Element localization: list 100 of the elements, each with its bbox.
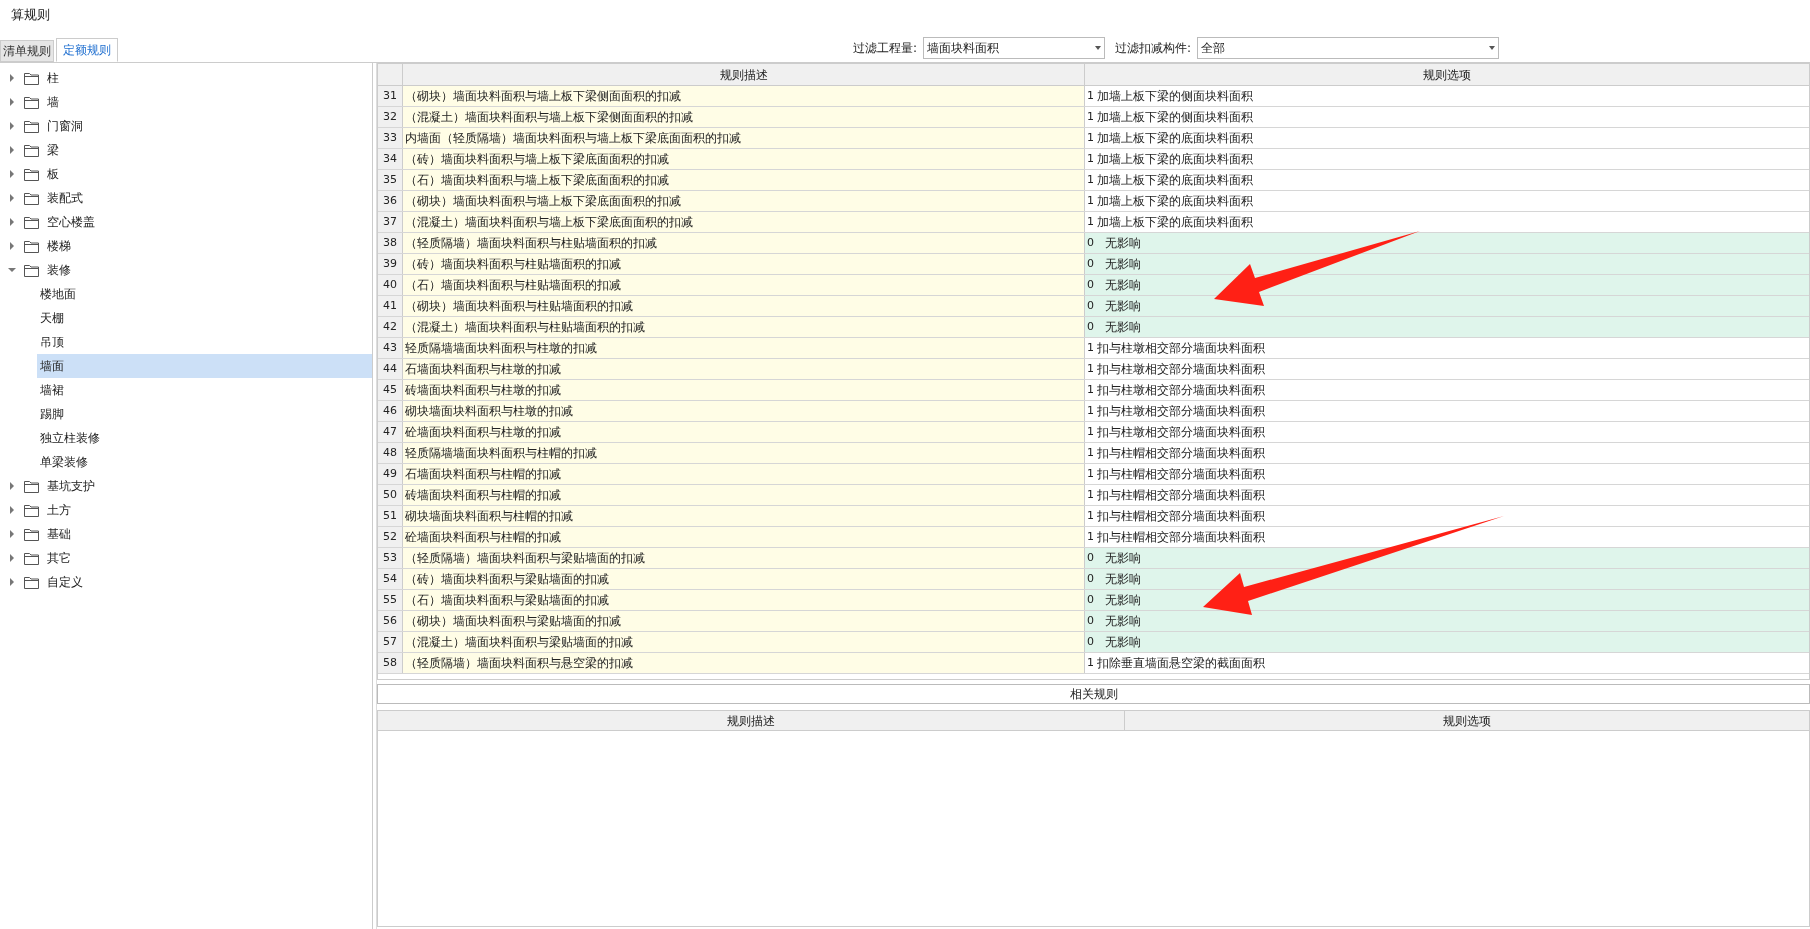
caret-right-icon[interactable] bbox=[8, 506, 16, 514]
tree-item[interactable]: 踢脚 bbox=[37, 402, 372, 426]
table-cell[interactable]: 0 无影响 bbox=[1085, 632, 1809, 652]
tree-item[interactable]: 独立柱装修 bbox=[37, 426, 372, 450]
tree-item[interactable]: 装配式 bbox=[0, 186, 372, 210]
row-number: 33 bbox=[378, 128, 403, 148]
caret-right-icon[interactable] bbox=[8, 242, 16, 250]
option-text: 无影响 bbox=[1105, 592, 1141, 609]
column-header[interactable]: 规则选项 bbox=[1085, 64, 1809, 85]
table-cell[interactable]: 0 无影响 bbox=[1085, 317, 1809, 337]
option-value: 1 bbox=[1086, 87, 1095, 104]
row-number: 40 bbox=[378, 275, 403, 295]
table-cell: （混凝土）墙面块料面积与墙上板下梁底面面积的扣减 bbox=[403, 212, 1085, 232]
row-number: 32 bbox=[378, 107, 403, 127]
caret-right-icon[interactable] bbox=[8, 578, 16, 586]
option-text: 加墙上板下梁的底面块料面积 bbox=[1097, 151, 1253, 168]
caret-down-icon[interactable] bbox=[8, 266, 16, 274]
tab[interactable]: 定额规则 bbox=[56, 38, 118, 62]
tree-item[interactable]: 其它 bbox=[0, 546, 372, 570]
row-number: 34 bbox=[378, 149, 403, 169]
tree-item[interactable]: 土方 bbox=[0, 498, 372, 522]
row-number: 45 bbox=[378, 380, 403, 400]
tree-item[interactable]: 柱 bbox=[0, 66, 372, 90]
tree-item[interactable]: 墙面 bbox=[37, 354, 372, 378]
caret-right-icon[interactable] bbox=[8, 482, 16, 490]
column-header[interactable]: 规则描述 bbox=[378, 711, 1125, 730]
tree-item[interactable]: 自定义 bbox=[0, 570, 372, 594]
table-cell[interactable]: 0 无影响 bbox=[1085, 233, 1809, 253]
table-cell[interactable]: 0 无影响 bbox=[1085, 569, 1809, 589]
tab[interactable]: 清单规则 bbox=[0, 40, 54, 62]
table-cell: （石）墙面块料面积与墙上板下梁底面面积的扣减 bbox=[403, 170, 1085, 190]
option-value: 1 bbox=[1086, 171, 1095, 188]
option-text: 加墙上板下梁的底面块料面积 bbox=[1097, 214, 1253, 231]
tree-item[interactable]: 墙裙 bbox=[37, 378, 372, 402]
option-value: 1 bbox=[1086, 381, 1095, 398]
row-number: 48 bbox=[378, 443, 403, 463]
tree-item[interactable]: 装修 bbox=[0, 258, 372, 282]
row-number: 56 bbox=[378, 611, 403, 631]
table-cell[interactable]: 0 无影响 bbox=[1085, 548, 1809, 568]
folder-icon bbox=[24, 71, 39, 85]
caret-right-icon[interactable] bbox=[8, 530, 16, 538]
option-text: 扣与柱帽相交部分墙面块料面积 bbox=[1097, 466, 1265, 483]
table-cell: （混凝土）墙面块料面积与墙上板下梁侧面面积的扣减 bbox=[403, 107, 1085, 127]
filter-label: 过滤扣减构件: bbox=[1115, 40, 1192, 57]
caret-right-icon[interactable] bbox=[8, 218, 16, 226]
folder-icon bbox=[24, 503, 39, 517]
row-number: 39 bbox=[378, 254, 403, 274]
caret-right-icon[interactable] bbox=[8, 194, 16, 202]
option-text: 无影响 bbox=[1105, 613, 1141, 630]
tree-item[interactable]: 梁 bbox=[0, 138, 372, 162]
table-cell[interactable]: 0 无影响 bbox=[1085, 275, 1809, 295]
folder-icon bbox=[24, 263, 39, 277]
caret-right-icon[interactable] bbox=[8, 170, 16, 178]
tree-label: 基础 bbox=[47, 526, 71, 543]
option-text: 无影响 bbox=[1105, 319, 1141, 336]
option-value: 0 bbox=[1086, 633, 1095, 650]
tree-item[interactable]: 单梁装修 bbox=[37, 450, 372, 474]
row-number: 37 bbox=[378, 212, 403, 232]
table-cell[interactable]: 0 无影响 bbox=[1085, 611, 1809, 631]
option-text: 扣与柱墩相交部分墙面块料面积 bbox=[1097, 361, 1265, 378]
row-number: 50 bbox=[378, 485, 403, 505]
option-value: 0 bbox=[1086, 612, 1095, 629]
table-cell: 石墙面块料面积与柱墩的扣减 bbox=[403, 359, 1085, 379]
tree-item[interactable]: 基础 bbox=[0, 522, 372, 546]
folder-icon bbox=[24, 575, 39, 589]
caret-right-icon[interactable] bbox=[8, 122, 16, 130]
column-header[interactable]: 规则描述 bbox=[403, 64, 1085, 85]
row-number: 44 bbox=[378, 359, 403, 379]
column-header[interactable]: 规则选项 bbox=[1125, 711, 1809, 730]
table-cell[interactable]: 0 无影响 bbox=[1085, 296, 1809, 316]
filter-dropdown[interactable]: 墙面块料面积 bbox=[923, 37, 1106, 59]
option-value: 0 bbox=[1086, 276, 1095, 293]
tree-item[interactable]: 空心楼盖 bbox=[0, 210, 372, 234]
tree-item[interactable]: 吊顶 bbox=[37, 330, 372, 354]
row-number: 46 bbox=[378, 401, 403, 421]
option-text: 无影响 bbox=[1105, 550, 1141, 567]
caret-right-icon[interactable] bbox=[8, 554, 16, 562]
option-value: 1 bbox=[1086, 402, 1095, 419]
filter-label: 过滤工程量: bbox=[853, 40, 918, 57]
table-cell[interactable]: 0 无影响 bbox=[1085, 254, 1809, 274]
row-number: 58 bbox=[378, 653, 403, 673]
table-cell: 内墙面（轻质隔墙）墙面块料面积与墙上板下梁底面面积的扣减 bbox=[403, 128, 1085, 148]
table-cell: （石）墙面块料面积与梁贴墙面的扣减 bbox=[403, 590, 1085, 610]
tree-item[interactable]: 楼地面 bbox=[37, 282, 372, 306]
caret-right-icon[interactable] bbox=[8, 74, 16, 82]
table-cell: （砌块）墙面块料面积与梁贴墙面的扣减 bbox=[403, 611, 1085, 631]
tree-item[interactable]: 板 bbox=[0, 162, 372, 186]
row-number: 41 bbox=[378, 296, 403, 316]
tree-item[interactable]: 基坑支护 bbox=[0, 474, 372, 498]
folder-icon bbox=[24, 527, 39, 541]
tree-label: 门窗洞 bbox=[47, 118, 83, 135]
caret-right-icon[interactable] bbox=[8, 146, 16, 154]
tree-item[interactable]: 墙 bbox=[0, 90, 372, 114]
tree-item[interactable]: 门窗洞 bbox=[0, 114, 372, 138]
caret-right-icon[interactable] bbox=[8, 98, 16, 106]
filter-dropdown[interactable]: 全部 bbox=[1197, 37, 1500, 59]
tree-label: 楼梯 bbox=[47, 238, 71, 255]
table-cell[interactable]: 0 无影响 bbox=[1085, 590, 1809, 610]
tree-item[interactable]: 天棚 bbox=[37, 306, 372, 330]
tree-item[interactable]: 楼梯 bbox=[0, 234, 372, 258]
